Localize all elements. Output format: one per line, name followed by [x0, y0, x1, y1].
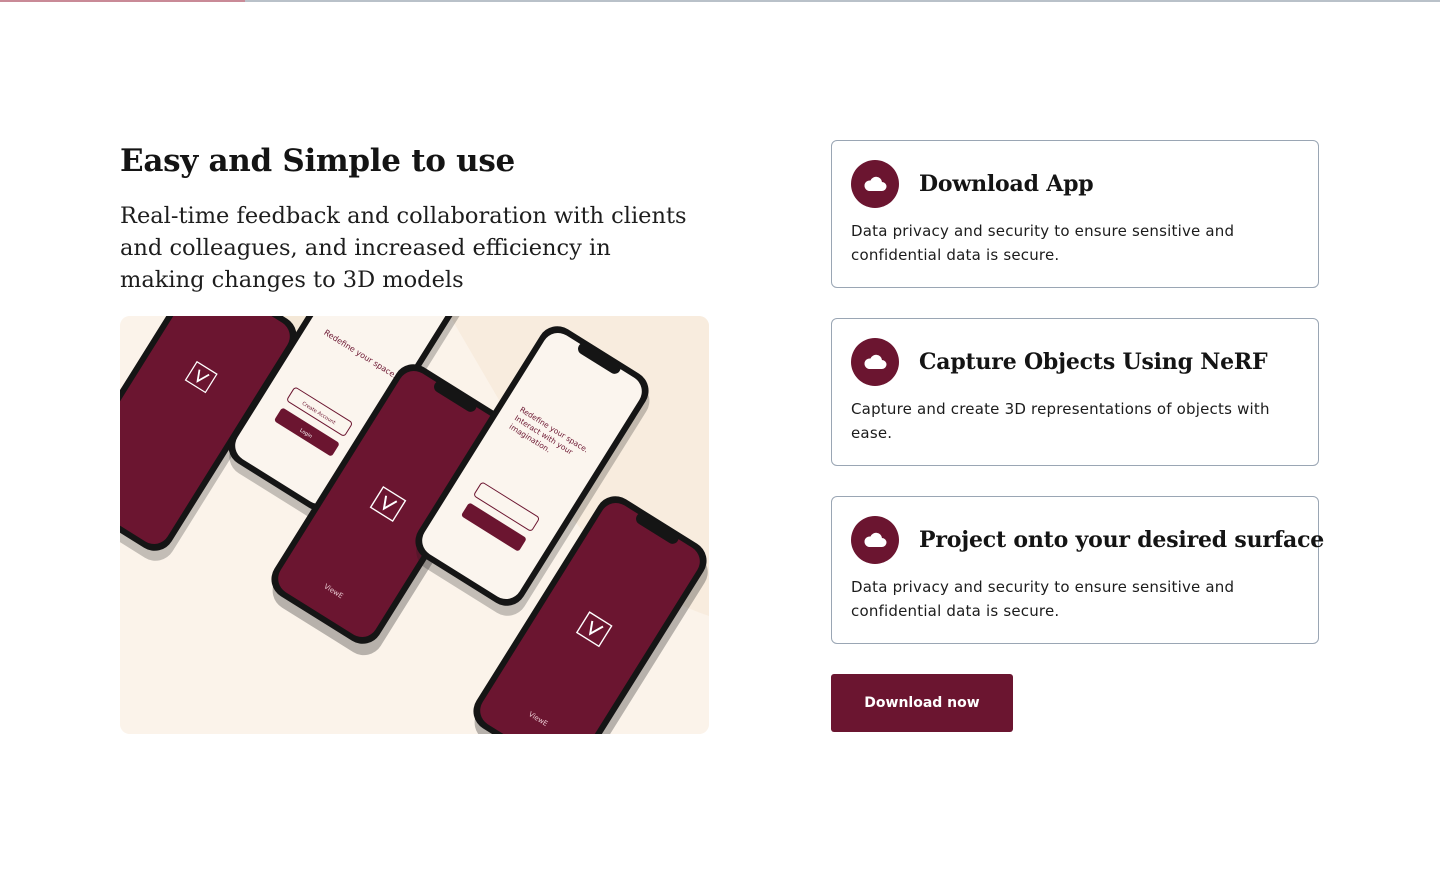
cloud-icon: [851, 516, 899, 564]
feature-card-capture-objects: Capture Objects Using NeRF Capture and c…: [831, 318, 1319, 466]
feature-title: Capture Objects Using NeRF: [919, 349, 1268, 375]
feature-card-download-app: Download App Data privacy and security t…: [831, 140, 1319, 288]
top-divider: [0, 0, 1440, 2]
download-now-button[interactable]: Download now: [831, 674, 1013, 732]
cloud-icon: [851, 160, 899, 208]
cloud-icon: [851, 338, 899, 386]
feature-title: Project onto your desired surface: [919, 527, 1325, 553]
feature-description: Data privacy and security to ensure sens…: [851, 578, 1235, 620]
section-subtitle: Real-time feedback and collaboration wit…: [120, 203, 687, 293]
feature-description: Data privacy and security to ensure sens…: [851, 222, 1235, 264]
app-mockup-image: Redefine your space. Interact with your …: [120, 316, 709, 734]
intro-section: Easy and Simple to use Real-time feedbac…: [120, 140, 710, 296]
feature-card-project-surface: Project onto your desired surface Data p…: [831, 496, 1324, 644]
feature-title: Download App: [919, 171, 1094, 197]
feature-description: Capture and create 3D representations of…: [851, 400, 1270, 442]
section-title: Easy and Simple to use: [120, 143, 515, 179]
